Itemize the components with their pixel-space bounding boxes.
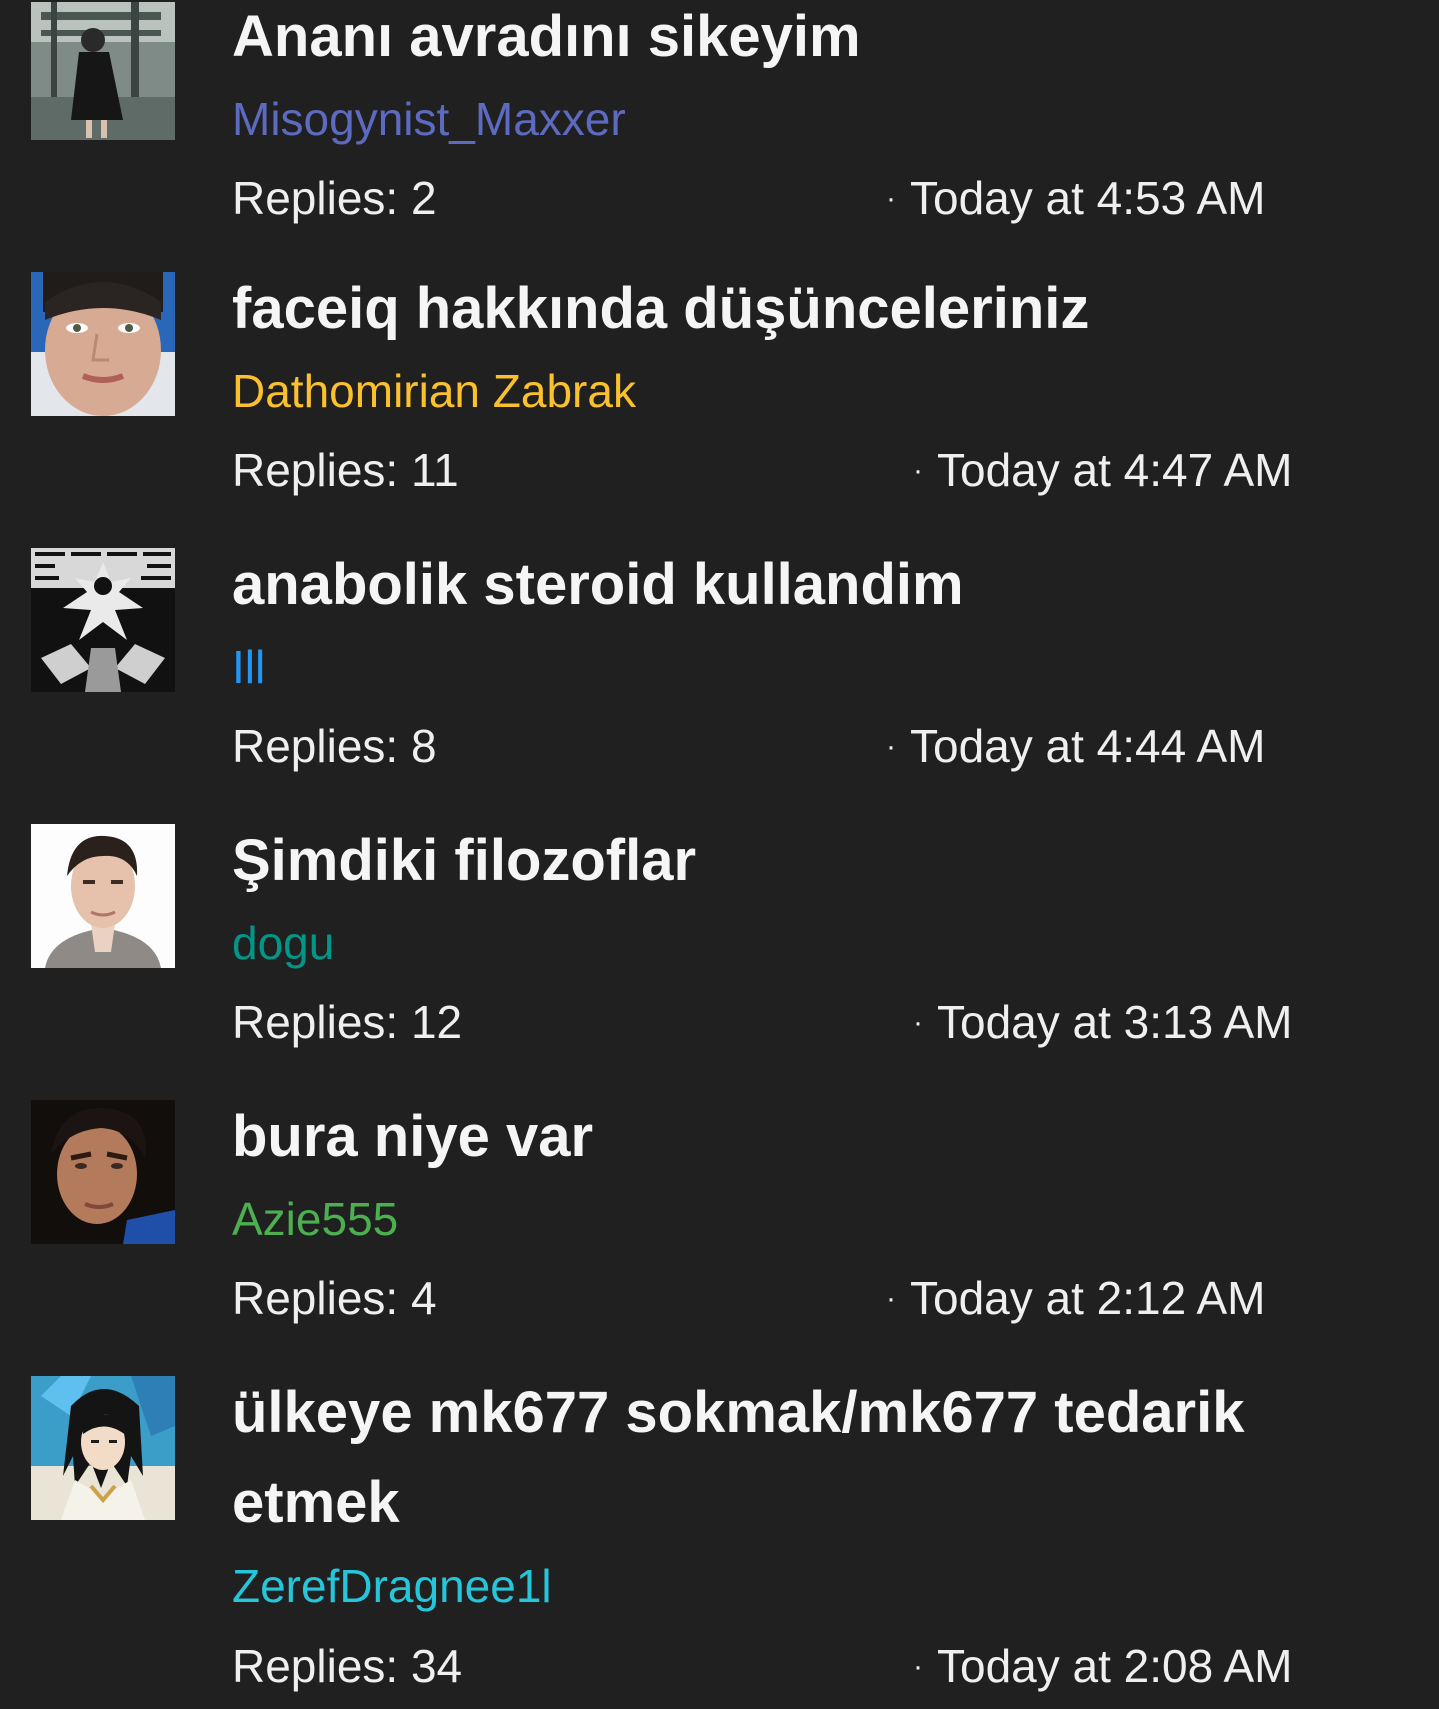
thread-title[interactable]: faceiq hakkında düşünceleriniz xyxy=(232,264,1352,354)
separator-dot: · xyxy=(913,454,923,487)
timestamp: Today at 3:13 AM xyxy=(937,996,1293,1048)
thread-author[interactable]: Dathomirian Zabrak xyxy=(232,363,636,419)
reply-count: Replies: 2 xyxy=(232,172,437,224)
separator-dot: · xyxy=(886,1282,896,1315)
thread-author[interactable]: Misogynist_Maxxer xyxy=(232,91,626,147)
thread-title[interactable]: Şimdiki filozoflar xyxy=(232,816,1352,906)
separator-dot: · xyxy=(913,1650,923,1683)
thread-author[interactable]: dogu xyxy=(232,915,334,971)
thread-item[interactable]: anabolik steroid kullandim Ill Replies: … xyxy=(0,548,1439,824)
thread-author[interactable]: Azie555 xyxy=(232,1191,398,1247)
timestamp: Today at 4:47 AM xyxy=(937,444,1293,496)
timestamp: Today at 2:08 AM xyxy=(937,1640,1293,1692)
thread-author[interactable]: Ill xyxy=(232,639,265,695)
avatar[interactable] xyxy=(31,1100,175,1244)
reply-count: Replies: 11 xyxy=(232,444,459,496)
thread-time: · Today at 4:53 AM xyxy=(886,170,1265,233)
thread-time: · Today at 4:47 AM xyxy=(913,442,1292,505)
avatar[interactable] xyxy=(31,1376,175,1520)
thread-author[interactable]: ZerefDragnee1l xyxy=(232,1558,552,1614)
thread-item[interactable]: Şimdiki filozoflar dogu Replies: 12 · Tod… xyxy=(0,824,1439,1100)
thread-title[interactable]: ülkeye mk677 sokmak/mk677 tedarik etmek xyxy=(232,1368,1352,1548)
thread-title[interactable]: bura niye var xyxy=(232,1092,1352,1182)
reply-count: Replies: 34 xyxy=(232,1640,463,1692)
avatar[interactable] xyxy=(31,824,175,968)
thread-time: · Today at 2:12 AM xyxy=(886,1270,1265,1333)
avatar[interactable] xyxy=(31,0,175,140)
thread-time: · Today at 4:44 AM xyxy=(886,718,1265,781)
thread-item[interactable]: faceiq hakkında düşünceleriniz Dathomiri… xyxy=(0,272,1439,548)
thread-title[interactable]: Ananı avradını sikeyim xyxy=(232,0,1352,82)
thread-item[interactable]: ülkeye mk677 sokmak/mk677 tedarik etmek … xyxy=(0,1376,1439,1709)
timestamp: Today at 4:44 AM xyxy=(910,720,1266,772)
timestamp: Today at 2:12 AM xyxy=(910,1272,1266,1324)
avatar[interactable] xyxy=(31,548,175,692)
avatar-photo-person-in-black-dress xyxy=(31,2,175,140)
avatar-photo-man-dark xyxy=(31,1100,175,1244)
avatar-photo-man-portrait xyxy=(31,824,175,968)
avatar-anime-character xyxy=(31,1376,175,1520)
thread-time: · Today at 2:08 AM xyxy=(913,1638,1292,1701)
separator-dot: · xyxy=(886,730,896,763)
thread-item[interactable]: bura niye var Azie555 Replies: 4 · Today … xyxy=(0,1100,1439,1376)
thread-title[interactable]: anabolik steroid kullandim xyxy=(232,540,1352,630)
reply-count: Replies: 8 xyxy=(232,720,437,772)
separator-dot: · xyxy=(913,1006,923,1039)
avatar-black-white-artwork xyxy=(31,548,175,692)
timestamp: Today at 4:53 AM xyxy=(910,172,1266,224)
reply-count: Replies: 4 xyxy=(232,1272,437,1324)
separator-dot: · xyxy=(886,182,896,215)
avatar[interactable] xyxy=(31,272,175,416)
reply-count: Replies: 12 xyxy=(232,996,463,1048)
thread-item[interactable]: Ananı avradını sikeyim Misogynist_Maxxer… xyxy=(0,0,1439,276)
thread-time: · Today at 3:13 AM xyxy=(913,994,1292,1057)
avatar-photo-face-closeup xyxy=(31,272,175,416)
